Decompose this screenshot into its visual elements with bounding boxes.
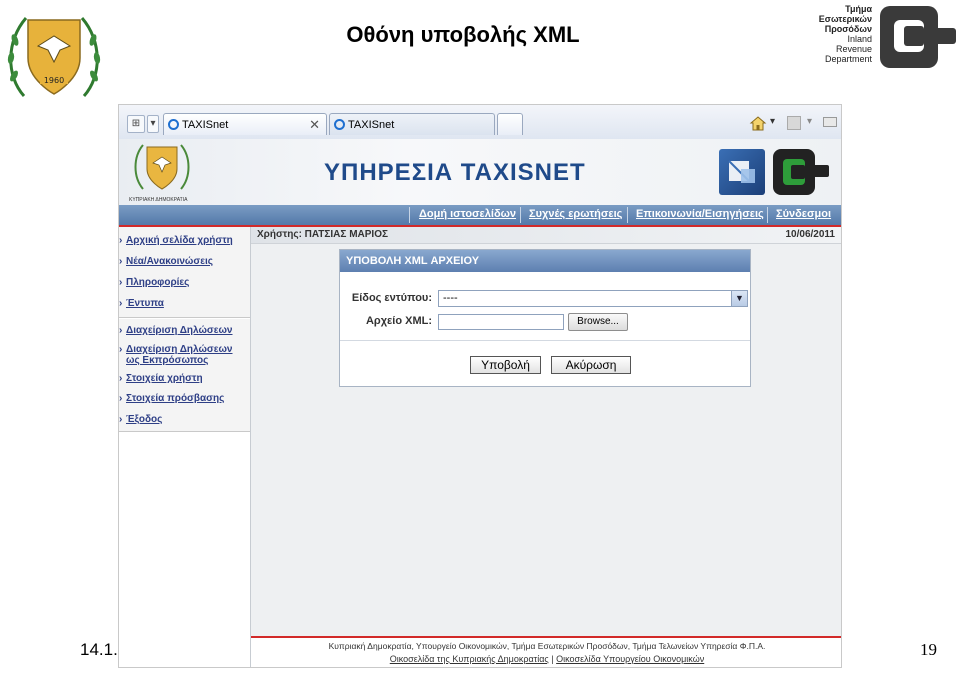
submit-button[interactable]: Υποβολή (470, 356, 541, 374)
menu-group-general: Αρχική σελίδα χρήστη Νέα/Ανακοινώσεις Πλ… (119, 227, 250, 318)
slide-title: Οθόνη υποβολής XML (346, 22, 580, 47)
browser-tab-2-label: TAXISnet (348, 119, 395, 131)
new-tab-button[interactable] (497, 113, 523, 135)
menu-item-manage-returns[interactable]: Διαχείριση Δηλώσεων (119, 325, 232, 336)
menu-item-manage-returns-representative[interactable]: Διαχείριση Δηλώσεων ως Εκπρόσωπος (119, 344, 244, 366)
ird-site-logo-icon (773, 149, 833, 195)
menu-group-account: Διαχείριση Δηλώσεων Διαχείριση Δηλώσεων … (119, 319, 250, 432)
browser-screenshot: ⊞ ▾ TAXISnet ✕ TAXISnet ▾ ▾ ΚΥΠΡΙΑΚΗ ΔΗΜ… (118, 104, 842, 668)
footer-links: Οικοσελίδα της Κυπριακής Δημοκρατίας | Ο… (251, 654, 841, 664)
ird-line-5: Revenue (835, 44, 872, 54)
print-icon[interactable] (823, 117, 837, 127)
site-nav-bar: Δομή ιστοσελίδων Συχνές ερωτήσεις Επικοι… (119, 205, 841, 227)
panel-divider (340, 340, 750, 341)
ird-logo-icon (878, 4, 958, 70)
nav-separator (627, 207, 628, 223)
site-emblem-logo (133, 141, 191, 195)
menu-item-user-home[interactable]: Αρχική σελίδα χρήστη (119, 235, 233, 246)
form-type-selected-value: ---- (443, 292, 458, 304)
nav-link-faq[interactable]: Συχνές ερωτήσεις (529, 208, 622, 220)
site-footer: Κυπριακή Δημοκρατία, Υπουργείο Οικονομικ… (251, 636, 841, 667)
form-type-select[interactable]: ---- ▼ (438, 290, 748, 307)
browser-tab-1-label: TAXISnet (182, 119, 229, 131)
menu-item-logout[interactable]: Έξοδος (119, 414, 162, 425)
form-type-label: Είδος εντύπου: (351, 292, 432, 304)
footer-separator: | (551, 654, 554, 664)
menu-item-user-details[interactable]: Στοιχεία χρήστη (119, 373, 203, 384)
slide-date: 14.1. (80, 640, 118, 659)
nav-link-links[interactable]: Σύνδεσμοι (776, 208, 831, 220)
slide-page-number: 19 (920, 640, 937, 659)
cancel-button[interactable]: Ακύρωση (551, 356, 631, 374)
emblem-year: 1960 (44, 76, 64, 85)
browser-tab-2[interactable]: TAXISnet (329, 113, 495, 135)
emblem-caption: ΚΥΠΡΙΑΚΗ ΔΗΜΟΚΡΑΤΙΑ (129, 197, 188, 203)
browser-tab-bar: ⊞ ▾ TAXISnet ✕ TAXISnet ▾ ▾ (119, 105, 841, 140)
cyprus-emblem-logo: 1960 (2, 6, 106, 106)
menu-item-forms[interactable]: Έντυπα (119, 298, 164, 309)
menu-item-news[interactable]: Νέα/Ανακοινώσεις (119, 256, 213, 267)
browse-button[interactable]: Browse... (568, 313, 628, 331)
ie-icon (334, 119, 345, 130)
ird-line-4: Inland (847, 34, 872, 44)
chevron-down-icon[interactable]: ▼ (731, 291, 747, 306)
nav-link-site-map[interactable]: Δομή ιστοσελίδων (419, 208, 516, 220)
menu-item-access-details[interactable]: Στοιχεία πρόσβασης (119, 393, 224, 404)
ird-line-6: Department (824, 54, 872, 64)
user-info-bar: Χρήστης: ΠΑΤΣΙΑΣ ΜΑΡΙΟΣ 10/06/2011 (251, 227, 841, 244)
browser-tab-1[interactable]: TAXISnet ✕ (163, 113, 327, 135)
ird-line-1: Τμήμα (845, 4, 872, 14)
feeds-dropdown-icon[interactable]: ▾ (807, 116, 812, 127)
site-title: ΥΠΗΡΕΣΙΑ TAXISNET (324, 159, 586, 186)
home-icon[interactable] (749, 115, 767, 131)
home-dropdown-icon[interactable]: ▾ (770, 116, 775, 127)
feeds-icon[interactable] (787, 116, 801, 130)
nav-link-contact[interactable]: Επικοινωνία/Εισηγήσεις (636, 208, 764, 220)
xml-file-label: Αρχείο XML: (365, 315, 432, 327)
footer-link-republic-home[interactable]: Οικοσελίδα της Κυπριακής Δημοκρατίας (390, 654, 549, 664)
menu-item-information[interactable]: Πληροφορίες (119, 277, 189, 288)
site-logo-icon (719, 149, 765, 195)
footer-link-ministry-home[interactable]: Οικοσελίδα Υπουργείου Οικονομικών (556, 654, 704, 664)
logged-in-user: Χρήστης: ΠΑΤΣΙΑΣ ΜΑΡΙΟΣ (257, 229, 388, 240)
left-menu: Αρχική σελίδα χρήστη Νέα/Ανακοινώσεις Πλ… (119, 227, 251, 667)
ie-icon (168, 119, 179, 130)
xml-upload-panel-title: ΥΠΟΒΟΛΗ XML ΑΡΧΕΙΟΥ (340, 250, 750, 272)
quick-tabs-icon[interactable]: ⊞ (127, 115, 145, 133)
close-tab-icon[interactable]: ✕ (309, 114, 320, 136)
footer-org-text: Κυπριακή Δημοκρατία, Υπουργείο Οικονομικ… (328, 641, 766, 651)
ird-logo-text: Τμήμα Εσωτερικών Προσόδων Inland Revenue… (790, 4, 872, 64)
nav-separator (767, 207, 768, 223)
xml-file-input[interactable] (438, 314, 564, 330)
nav-separator (520, 207, 521, 223)
tab-list-dropdown-icon[interactable]: ▾ (147, 115, 159, 133)
ird-line-3: Προσόδων (824, 24, 872, 34)
xml-upload-panel: ΥΠΟΒΟΛΗ XML ΑΡΧΕΙΟΥ Είδος εντύπου: ---- … (339, 249, 751, 387)
nav-separator (409, 207, 410, 223)
current-date: 10/06/2011 (785, 229, 836, 240)
site-header: ΚΥΠΡΙΑΚΗ ΔΗΜΟΚΡΑΤΙΑ ΥΠΗΡΕΣΙΑ TAXISNET (119, 139, 841, 206)
ird-line-2: Εσωτερικών (818, 14, 872, 24)
